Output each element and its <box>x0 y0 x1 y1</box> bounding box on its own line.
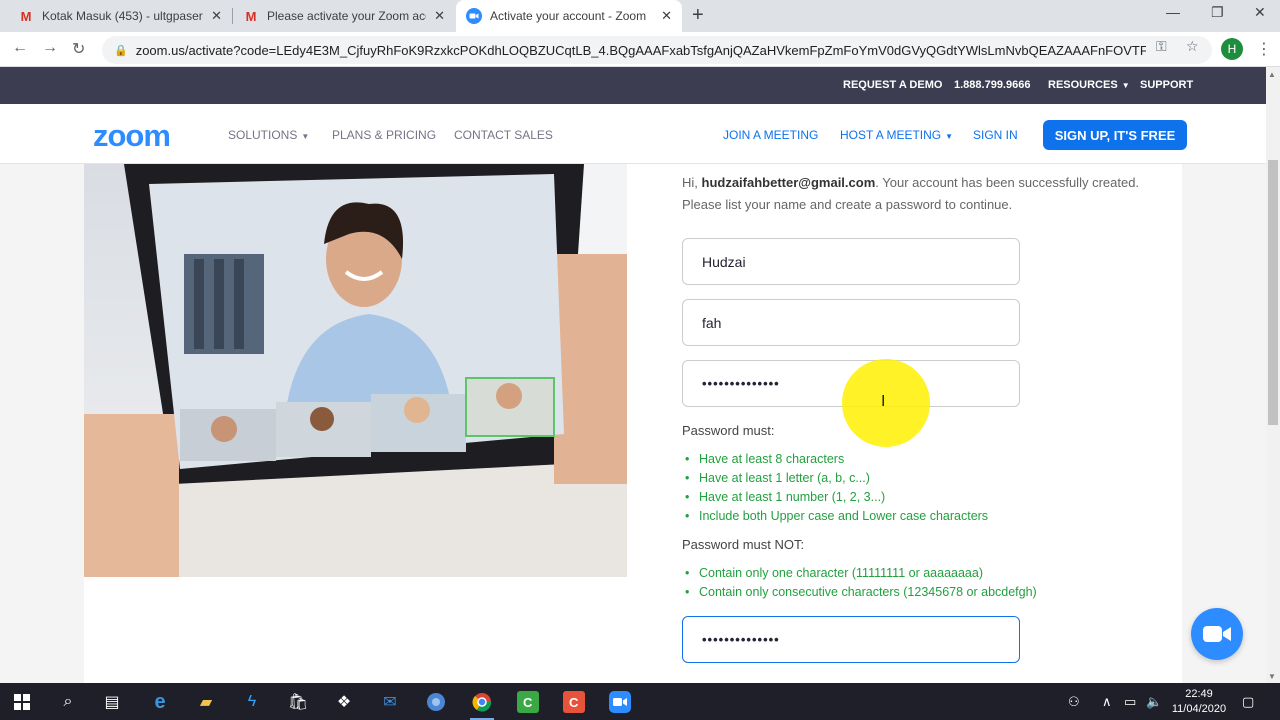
plans-pricing-link[interactable]: PLANS & PRICING <box>332 128 436 142</box>
resources-menu[interactable]: RESOURCES ▼ <box>1048 79 1130 91</box>
tab-zoom-activate[interactable]: Activate your account - Zoom ✕ <box>456 0 682 32</box>
password-must-label: Password must: <box>682 423 775 438</box>
solutions-label: SOLUTIONS <box>228 128 298 142</box>
task-view-icon[interactable]: ▤ <box>98 688 126 716</box>
tab-title: Activate your account - Zoom <box>490 9 647 23</box>
reload-icon[interactable]: ↻ <box>72 39 85 59</box>
search-icon[interactable]: ⌕ <box>54 688 82 716</box>
phone-link[interactable]: 1.888.799.9666 <box>954 79 1030 91</box>
user-email: hudzaifahbetter@gmail.com <box>701 175 876 190</box>
zoom-logo[interactable]: zoom <box>93 118 171 154</box>
restore-icon[interactable]: ❐ <box>1211 4 1224 21</box>
caret-down-icon: ▼ <box>301 132 310 141</box>
rule-item: Include both Upper case and Lower case c… <box>685 509 988 528</box>
zoom-app-icon[interactable] <box>606 688 634 716</box>
browser-toolbar: ← → ↻ 🔒 zoom.us/activate?code=LEdy4E3M_C… <box>0 32 1280 67</box>
browser-tabstrip: M Kotak Masuk (453) - ultgpaser@ ✕ M Ple… <box>0 0 1280 32</box>
video-camera-icon <box>1203 626 1231 642</box>
text-cursor-icon: I <box>881 393 886 410</box>
url-text: zoom.us/activate?code=LEdy4E3M_CjfuyRhFo… <box>135 42 1146 58</box>
profile-avatar[interactable]: H <box>1221 38 1243 60</box>
gmail-icon: M <box>20 8 32 24</box>
store-icon[interactable]: 🛍 <box>284 688 312 716</box>
rule-item: Contain only one character (11111111 or … <box>685 566 1037 585</box>
clock-date: 11/04/2020 <box>1171 703 1227 715</box>
contact-sales-link[interactable]: CONTACT SALES <box>454 128 553 142</box>
back-icon[interactable]: ← <box>12 39 28 57</box>
bookmark-star-icon[interactable]: ☆ <box>1186 38 1199 55</box>
close-icon[interactable]: ✕ <box>211 8 222 24</box>
rule-item: Have at least 1 number (1, 2, 3...) <box>685 490 988 509</box>
tab-gmail-inbox[interactable]: M Kotak Masuk (453) - ultgpaser@ ✕ <box>8 0 232 32</box>
close-icon[interactable]: ✕ <box>661 8 672 24</box>
password-must-not-list: Contain only one character (11111111 or … <box>685 566 1037 604</box>
scroll-up-icon[interactable]: ▲ <box>1268 70 1276 79</box>
mail-icon[interactable]: ✉ <box>376 688 404 716</box>
notifications-icon[interactable]: ▢ <box>1242 694 1254 710</box>
greeting-prefix: Hi, <box>682 175 702 190</box>
greeting-text: Hi, hudzaifahbetter@gmail.com. Your acco… <box>682 172 1172 216</box>
zoom-topbar: REQUEST A DEMO 1.888.799.9666 RESOURCES ▼… <box>0 67 1266 104</box>
request-demo-link[interactable]: REQUEST A DEMO <box>843 79 942 91</box>
window-close-icon[interactable]: ✕ <box>1254 4 1266 21</box>
chrome-icon-1[interactable] <box>422 688 450 716</box>
last-name-field[interactable]: fah <box>682 299 1020 346</box>
resources-label: RESOURCES <box>1048 79 1118 91</box>
zoom-chat-button[interactable] <box>1191 608 1243 660</box>
rule-item: Have at least 8 characters <box>685 452 988 471</box>
tray-chevron-icon[interactable]: ∧ <box>1102 694 1112 710</box>
scrollbar-thumb[interactable] <box>1268 160 1278 425</box>
first-name-field[interactable]: Hudzai <box>682 238 1020 285</box>
scroll-down-icon[interactable]: ▼ <box>1268 672 1276 681</box>
windows-taskbar: ⌕ ▤ e ▰ ϟ 🛍 ❖ ✉ C C ⚇ ∧ ▭ 🔈 22:49 11/04/… <box>0 683 1280 720</box>
support-link[interactable]: SUPPORT <box>1140 79 1193 91</box>
lock-icon: 🔒 <box>114 44 128 57</box>
forward-icon[interactable]: → <box>42 39 58 57</box>
tab-gmail-activate[interactable]: M Please activate your Zoom accou ✕ <box>233 0 455 32</box>
gmail-icon: M <box>245 8 257 24</box>
svg-text:C: C <box>523 695 533 710</box>
rule-item: Contain only consecutive characters (123… <box>685 585 1037 604</box>
key-icon[interactable]: ⚿ <box>1156 38 1167 55</box>
host-meeting-menu[interactable]: HOST A MEETING ▼ <box>840 128 953 142</box>
windows-start-icon[interactable] <box>8 688 36 716</box>
file-explorer-icon[interactable]: ▰ <box>192 688 220 716</box>
volume-icon[interactable]: 🔈 <box>1146 694 1162 710</box>
new-tab-icon[interactable]: + <box>692 4 704 27</box>
password-must-list: Have at least 8 characters Have at least… <box>685 452 988 528</box>
clock-time: 22:49 <box>1185 688 1213 700</box>
rule-item: Have at least 1 letter (a, b, c...) <box>685 471 988 490</box>
camtasia-icon[interactable]: C <box>514 688 542 716</box>
caret-down-icon: ▼ <box>945 132 954 141</box>
svg-text:C: C <box>569 695 579 710</box>
network-icon[interactable]: ▭ <box>1124 694 1136 710</box>
edge-icon[interactable]: e <box>146 688 174 716</box>
dropbox-icon[interactable]: ❖ <box>330 688 358 716</box>
zoom-header: zoom SOLUTIONS ▼ PLANS & PRICING CONTACT … <box>0 104 1266 164</box>
menu-kebab-icon[interactable]: ⋮ <box>1256 39 1272 59</box>
host-meeting-label: HOST A MEETING <box>840 128 942 142</box>
sign-up-button[interactable]: SIGN UP, IT'S FREE <box>1043 120 1187 150</box>
zoom-icon <box>466 8 482 24</box>
solutions-menu[interactable]: SOLUTIONS ▼ <box>228 128 309 142</box>
chrome-icon-2[interactable] <box>468 688 496 720</box>
tab-title: Kotak Masuk (453) - ultgpaser@ <box>42 9 204 23</box>
people-icon[interactable]: ⚇ <box>1068 694 1080 710</box>
password-must-not-label: Password must NOT: <box>682 537 805 552</box>
join-meeting-link[interactable]: JOIN A MEETING <box>723 128 818 142</box>
confirm-password-field[interactable]: •••••••••••••• <box>682 616 1020 663</box>
caret-down-icon: ▼ <box>1121 81 1130 90</box>
cursor-highlight <box>842 359 930 447</box>
tab-title: Please activate your Zoom accou <box>267 9 426 23</box>
recorder-icon[interactable]: C <box>560 688 588 716</box>
tablet-illustration <box>84 164 627 577</box>
close-icon[interactable]: ✕ <box>434 8 445 24</box>
address-bar[interactable]: 🔒 zoom.us/activate?code=LEdy4E3M_CjfuyRh… <box>102 36 1212 64</box>
sign-in-link[interactable]: SIGN IN <box>973 128 1018 142</box>
hero-image <box>84 164 627 577</box>
taskbar-clock[interactable]: 22:49 11/04/2020 <box>1170 687 1228 717</box>
app-icon[interactable]: ϟ <box>238 688 266 716</box>
minimize-icon[interactable]: — <box>1166 4 1180 20</box>
